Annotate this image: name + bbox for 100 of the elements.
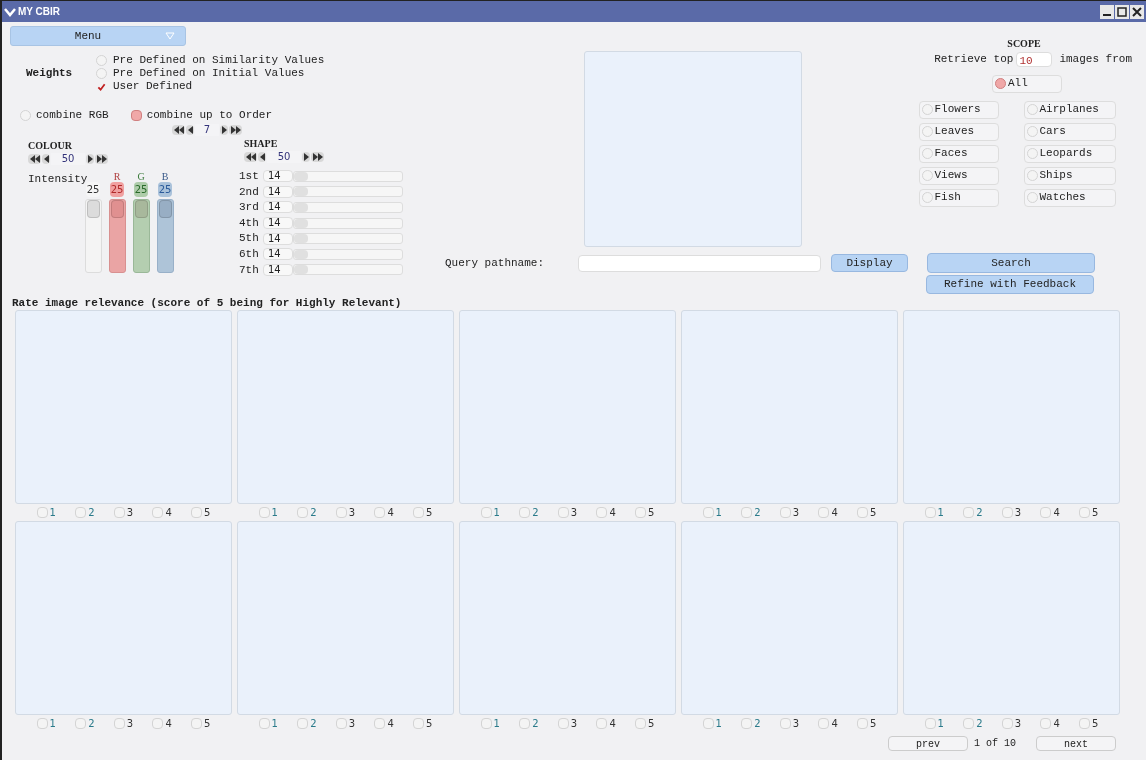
- combine-order-label[interactable]: combine up to Order: [146, 107, 273, 124]
- last-arrow-icon[interactable]: [95, 153, 108, 164]
- category-option[interactable]: Faces: [918, 144, 999, 163]
- checkbox[interactable]: [818, 717, 830, 729]
- checkbox[interactable]: [1026, 192, 1038, 203]
- checkbox[interactable]: [779, 506, 791, 518]
- vertical-slider[interactable]: [132, 199, 150, 273]
- checkbox[interactable]: [152, 506, 164, 518]
- order-value[interactable]: 14: [263, 217, 293, 230]
- next-arrow-icon[interactable]: [86, 153, 94, 164]
- checkbox[interactable]: [995, 78, 1006, 89]
- slider-fill[interactable]: [110, 200, 124, 218]
- checkbox[interactable]: [857, 717, 868, 729]
- checkbox[interactable]: [924, 506, 936, 518]
- checkbox[interactable]: [1026, 170, 1038, 181]
- slider-thumb[interactable]: [294, 265, 308, 275]
- category-option[interactable]: Fish: [918, 188, 999, 207]
- checkbox[interactable]: [96, 68, 107, 79]
- checkbox[interactable]: [113, 717, 125, 729]
- previous-arrow-icon[interactable]: [186, 124, 194, 135]
- horizontal-slider[interactable]: [293, 217, 403, 229]
- checkbox[interactable]: [374, 717, 386, 729]
- checkbox[interactable]: [20, 109, 31, 121]
- last-arrow-icon[interactable]: [311, 151, 324, 162]
- slider-fill[interactable]: [86, 200, 100, 218]
- maximize-icon[interactable]: [1115, 4, 1129, 19]
- close-icon[interactable]: [1130, 4, 1144, 19]
- horizontal-slider[interactable]: [293, 202, 403, 213]
- checkbox[interactable]: [963, 717, 975, 729]
- menu-dropdown[interactable]: Menu: [10, 26, 186, 46]
- display-button[interactable]: Display: [831, 254, 908, 272]
- channel-value[interactable]: 25: [157, 182, 173, 197]
- horizontal-slider[interactable]: [293, 170, 403, 182]
- checkbox[interactable]: [1040, 506, 1052, 518]
- checkbox[interactable]: [96, 55, 107, 66]
- checkbox[interactable]: [480, 506, 492, 518]
- next-arrow-icon[interactable]: [302, 151, 310, 162]
- checkbox[interactable]: [1001, 506, 1013, 518]
- checkbox[interactable]: [258, 506, 270, 518]
- checkbox[interactable]: [702, 717, 714, 729]
- checkbox[interactable]: [1079, 717, 1090, 729]
- horizontal-slider[interactable]: [293, 233, 403, 245]
- category-option[interactable]: Cars: [1023, 122, 1116, 141]
- next-arrow-icon[interactable]: [220, 124, 228, 135]
- checkbox[interactable]: [36, 717, 48, 729]
- slider-thumb[interactable]: [294, 187, 308, 197]
- checkbox[interactable]: [963, 506, 975, 518]
- checkbox[interactable]: [1079, 506, 1090, 518]
- checkbox[interactable]: [857, 506, 868, 518]
- checkbox[interactable]: [596, 717, 608, 729]
- query-pathname-field[interactable]: [578, 254, 821, 272]
- checkbox[interactable]: [1001, 717, 1013, 729]
- checkbox[interactable]: [921, 126, 933, 137]
- search-button[interactable]: Search: [927, 253, 1095, 273]
- channel-value[interactable]: 25: [85, 182, 101, 197]
- checkbox[interactable]: [1026, 104, 1038, 115]
- prev-button[interactable]: prev: [887, 736, 968, 751]
- checkbox[interactable]: [413, 506, 424, 518]
- previous-arrow-icon[interactable]: [258, 151, 266, 162]
- checkbox[interactable]: [36, 506, 48, 518]
- checkbox[interactable]: [557, 717, 569, 729]
- checkbox[interactable]: [374, 506, 386, 518]
- checkbox[interactable]: [1026, 126, 1038, 137]
- slider-thumb[interactable]: [294, 218, 308, 228]
- checkbox[interactable]: [335, 717, 347, 729]
- order-value[interactable]: 14: [263, 185, 293, 198]
- checkbox[interactable]: [596, 506, 608, 518]
- horizontal-slider[interactable]: [293, 264, 403, 276]
- checkbox[interactable]: [635, 717, 646, 729]
- next-button[interactable]: next: [1036, 736, 1116, 751]
- category-option[interactable]: Watches: [1023, 188, 1116, 207]
- checkbox[interactable]: [130, 109, 142, 121]
- checkbox[interactable]: [191, 717, 202, 729]
- checkbox[interactable]: [635, 506, 646, 518]
- checkbox[interactable]: [779, 717, 791, 729]
- minimize-icon[interactable]: [1100, 4, 1114, 19]
- order-value[interactable]: 14: [263, 201, 293, 214]
- previous-arrow-icon[interactable]: [42, 153, 50, 164]
- category-option[interactable]: Ships: [1023, 166, 1116, 185]
- all-option[interactable]: All: [992, 74, 1062, 93]
- category-option[interactable]: Flowers: [918, 100, 999, 119]
- checkbox[interactable]: [258, 717, 270, 729]
- checkbox[interactable]: [519, 506, 531, 518]
- checkbox[interactable]: [335, 506, 347, 518]
- checkbox[interactable]: [818, 506, 830, 518]
- checkbox[interactable]: [75, 717, 87, 729]
- checkbox[interactable]: [921, 170, 933, 181]
- order-value[interactable]: 14: [263, 232, 293, 245]
- first-arrow-icon[interactable]: [172, 124, 185, 135]
- category-option[interactable]: Leopards: [1023, 144, 1116, 163]
- checkbox[interactable]: [1026, 148, 1038, 159]
- slider-thumb[interactable]: [294, 249, 308, 259]
- checkbox[interactable]: [702, 506, 714, 518]
- first-arrow-icon[interactable]: [28, 153, 41, 164]
- order-value[interactable]: 14: [263, 263, 293, 276]
- order-value[interactable]: 14: [263, 248, 293, 261]
- first-arrow-icon[interactable]: [244, 151, 257, 162]
- category-option[interactable]: Views: [918, 166, 999, 185]
- checkbox[interactable]: [921, 104, 933, 115]
- count-field[interactable]: 10: [1016, 51, 1053, 67]
